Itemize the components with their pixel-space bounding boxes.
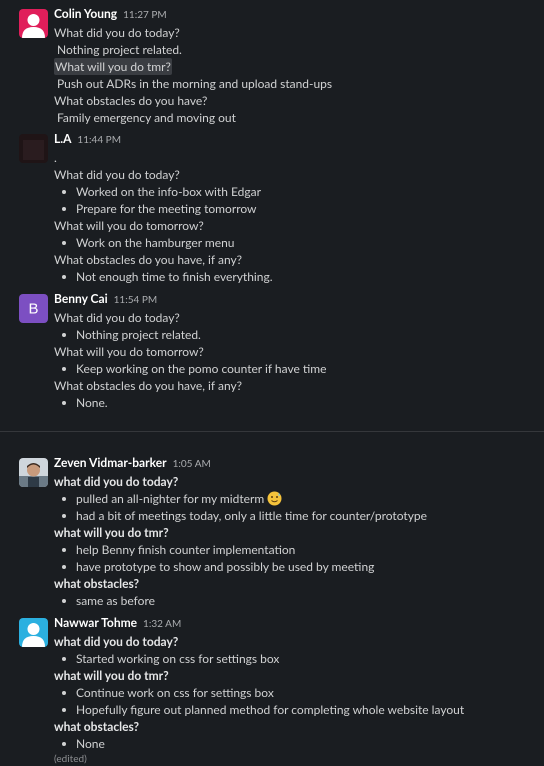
message[interactable]: Zeven Vidmar-barker 1:05 AM what did you d… [0, 453, 544, 609]
author-name[interactable]: Nawwar Tohme [54, 615, 137, 630]
author-name[interactable]: Colin Young [54, 6, 117, 21]
author-name[interactable]: Benny Cai [54, 291, 108, 306]
avatar[interactable]: B [19, 294, 48, 323]
list-item-text: Hopefully figure out planned method for … [76, 702, 465, 717]
list-item-text: Continue work on css for settings box [76, 685, 274, 700]
message-text: What will you do tomorrow? [54, 218, 204, 233]
list-item: Hopefully figure out planned method for … [54, 701, 536, 718]
list-item-text: help Benny finish counter implementation [76, 542, 296, 557]
avatar[interactable] [19, 618, 48, 647]
question-heading: what will you do tmr? [54, 668, 169, 683]
list-item: None. [54, 394, 536, 411]
message-text: Nothing project related. [57, 42, 182, 57]
list-item: same as before [54, 592, 536, 609]
list-item-text: Prepare for the meeting tomorrow [76, 201, 257, 216]
list-item-text: None [76, 736, 105, 751]
timestamp[interactable]: 11:27 PM [123, 9, 167, 21]
timestamp[interactable]: 1:05 AM [173, 458, 211, 470]
avatar[interactable] [19, 458, 48, 487]
list-item: Continue work on css for settings box [54, 684, 536, 701]
message[interactable]: Nawwar Tohme 1:32 AM what did you do today… [0, 613, 544, 766]
message-text: Push out ADRs in the morning and upload … [57, 76, 333, 91]
message-text: What did you do today? [54, 167, 180, 182]
list-item-text: Keep working on the pomo counter if have… [76, 361, 327, 376]
timestamp[interactable]: 11:44 PM [77, 134, 121, 146]
author-name[interactable]: L.A [54, 131, 71, 146]
list-item-text: have prototype to show and possibly be u… [76, 559, 375, 574]
timestamp[interactable]: 1:32 AM [143, 618, 181, 630]
list-item: help Benny finish counter implementation [54, 541, 536, 558]
list-item-text: Started working on css for settings box [76, 651, 280, 666]
question-heading: what obstacles? [54, 576, 140, 591]
list-item-text: pulled an all-nighter for my midterm [76, 491, 265, 506]
highlighted-text: What will you do tmr? [54, 58, 172, 75]
day-divider [0, 431, 544, 432]
message-text: What obstacles do you have, if any? [54, 378, 243, 393]
list-item: Started working on css for settings box [54, 650, 536, 667]
message-text: . [54, 150, 57, 165]
message[interactable]: Colin Young 11:27 PM What did you do today… [0, 4, 544, 126]
timestamp[interactable]: 11:54 PM [114, 294, 158, 306]
avatar[interactable] [19, 9, 48, 38]
list-item: Not enough time to finish everything. [54, 268, 536, 285]
list-item-text: Worked on the info-box with Edgar [76, 184, 261, 199]
list-item-text: same as before [76, 593, 155, 608]
message-text: Family emergency and moving out [57, 110, 236, 125]
message-text: What did you do today? [54, 310, 180, 325]
question-heading: what obstacles? [54, 719, 140, 734]
list-item: have prototype to show and possibly be u… [54, 558, 536, 575]
message-text: What obstacles do you have, if any? [54, 252, 243, 267]
list-item: had a bit of meetings today, only a litt… [54, 507, 536, 524]
edited-label: (edited) [54, 753, 87, 765]
question-heading: what will you do tmr? [54, 525, 169, 540]
list-item: Worked on the info-box with Edgar [54, 183, 536, 200]
list-item: None [54, 735, 536, 752]
list-item: Nothing project related. [54, 326, 536, 343]
message-text: What will you do tomorrow? [54, 344, 204, 359]
message[interactable]: B Benny Cai 11:54 PM What did you do today?… [0, 289, 544, 411]
list-item-text: Nothing project related. [76, 327, 201, 342]
list-item-text: had a bit of meetings today, only a litt… [76, 508, 427, 523]
list-item-text: Not enough time to finish everything. [76, 269, 273, 284]
question-heading: what did you do today? [54, 634, 179, 649]
author-name[interactable]: Zeven Vidmar-barker [54, 455, 167, 470]
message-text: What did you do today? [54, 25, 180, 40]
list-item-text: None. [76, 395, 108, 410]
list-item: Work on the hamburger menu [54, 234, 536, 251]
message[interactable]: L.A 11:44 PM. What did you do today? Worked… [0, 129, 544, 285]
list-item-text: Work on the hamburger menu [76, 235, 235, 250]
svg-text:B: B [28, 301, 38, 318]
list-item: pulled an all-nighter for my midterm [54, 490, 536, 507]
list-item: Keep working on the pomo counter if have… [54, 360, 536, 377]
message-text: What obstacles do you have? [54, 93, 208, 108]
list-item: Prepare for the meeting tomorrow [54, 200, 536, 217]
avatar[interactable] [19, 134, 48, 163]
question-heading: what did you do today? [54, 474, 179, 489]
